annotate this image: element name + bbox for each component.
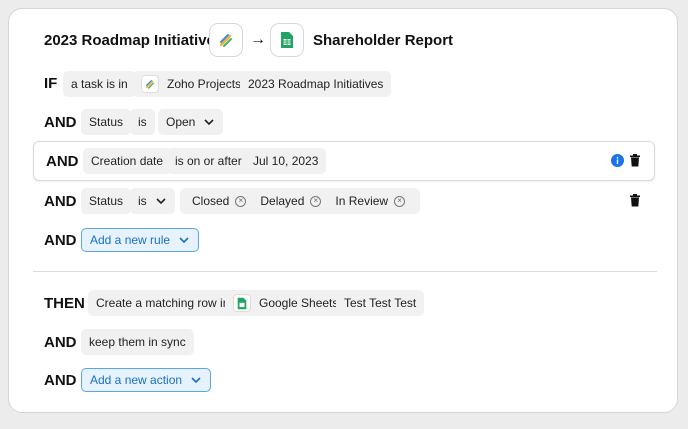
info-icon[interactable] xyxy=(611,154,624,167)
sheet-label: Test Test Test xyxy=(344,296,417,310)
if-keyword: IF xyxy=(44,75,58,92)
add-action-button[interactable]: Add a new action xyxy=(81,368,212,392)
remove-icon[interactable]: × xyxy=(235,195,247,207)
project-label: 2023 Roadmap Initiatives xyxy=(248,77,384,91)
remove-icon[interactable]: × xyxy=(394,195,406,207)
remove-icon[interactable]: × xyxy=(310,195,322,207)
trash-icon[interactable] xyxy=(629,194,641,207)
add-action-and-keyword: AND xyxy=(44,372,77,389)
rule2-field-label: Creation date xyxy=(91,154,164,168)
rule1-operator-label: is xyxy=(138,115,147,129)
rule1-value-dropdown[interactable]: Open xyxy=(158,109,224,135)
chevron-down-icon xyxy=(191,377,201,384)
sync-and-keyword: AND xyxy=(44,334,77,351)
tag-in-review: In Review × xyxy=(335,194,406,208)
rule3-and-keyword: AND xyxy=(44,193,77,210)
tag-closed: Closed × xyxy=(192,194,247,208)
rule2-field[interactable]: Creation date xyxy=(83,148,172,174)
google-sheets-icon xyxy=(281,32,293,48)
rule3-multiselect[interactable]: Closed × Delayed × In Review × xyxy=(180,188,420,214)
rule1-field-label: Status xyxy=(89,115,124,129)
sync-label: keep them in sync xyxy=(89,335,186,349)
flow-arrow: → xyxy=(250,31,266,48)
source-app-label: Zoho Projects xyxy=(167,77,242,91)
zoho-projects-icon xyxy=(219,34,232,47)
sync-pill[interactable]: keep them in sync xyxy=(81,329,194,355)
target-app-pill[interactable]: Google Sheets xyxy=(225,290,347,316)
add-rule-label: Add a new rule xyxy=(90,233,171,247)
add-rule-and-keyword: AND xyxy=(44,232,77,249)
rule2-value[interactable]: Jul 10, 2023 xyxy=(245,148,327,174)
tag-delayed: Delayed × xyxy=(260,194,322,208)
tag-delayed-label: Delayed xyxy=(260,194,305,208)
chevron-down-icon xyxy=(204,119,214,126)
zoho-projects-icon xyxy=(141,75,159,93)
rule-card: 2023 Roadmap Initiatives → Shareholder R… xyxy=(8,8,678,413)
google-sheets-icon xyxy=(233,294,251,312)
rule2-value-label: Jul 10, 2023 xyxy=(253,154,319,168)
target-app-label: Google Sheets xyxy=(259,296,339,310)
source-app-pill[interactable]: Zoho Projects xyxy=(133,71,250,97)
then-keyword: THEN xyxy=(44,295,85,312)
sheet-pill[interactable]: Test Test Test xyxy=(336,290,425,316)
rule2-operator-label: is on or after xyxy=(175,154,242,168)
trigger-pill[interactable]: a task is in xyxy=(63,71,136,97)
rule2-operator[interactable]: is on or after xyxy=(167,148,250,174)
project-pill[interactable]: 2023 Roadmap Initiatives xyxy=(240,71,392,97)
rule1-and-keyword: AND xyxy=(44,114,77,131)
target-title: Shareholder Report xyxy=(313,32,454,49)
trash-icon[interactable] xyxy=(629,154,641,167)
zoho-projects-app-icon xyxy=(209,23,243,57)
tag-in-review-label: In Review xyxy=(335,194,389,208)
add-rule-button[interactable]: Add a new rule xyxy=(81,228,200,252)
action-label: Create a matching row in xyxy=(96,296,230,310)
chevron-down-icon xyxy=(156,198,166,205)
rule3-field-label: Status xyxy=(89,194,124,208)
section-divider xyxy=(33,271,657,272)
rule3-operator-dropdown[interactable]: is xyxy=(130,188,175,214)
tag-closed-label: Closed xyxy=(192,194,230,208)
google-sheets-app-icon xyxy=(270,23,304,57)
rule3-operator-label: is xyxy=(138,194,147,208)
rule2-and-keyword: AND xyxy=(46,153,79,170)
rule1-value-label: Open xyxy=(166,115,196,129)
rule1-field[interactable]: Status xyxy=(81,109,132,135)
trigger-label: a task is in xyxy=(71,77,128,91)
rule1-operator[interactable]: is xyxy=(130,109,155,135)
chevron-down-icon xyxy=(179,237,189,244)
source-title: 2023 Roadmap Initiatives xyxy=(44,32,224,49)
add-action-label: Add a new action xyxy=(90,373,183,387)
rule3-field[interactable]: Status xyxy=(81,188,132,214)
action-pill[interactable]: Create a matching row in xyxy=(88,290,238,316)
